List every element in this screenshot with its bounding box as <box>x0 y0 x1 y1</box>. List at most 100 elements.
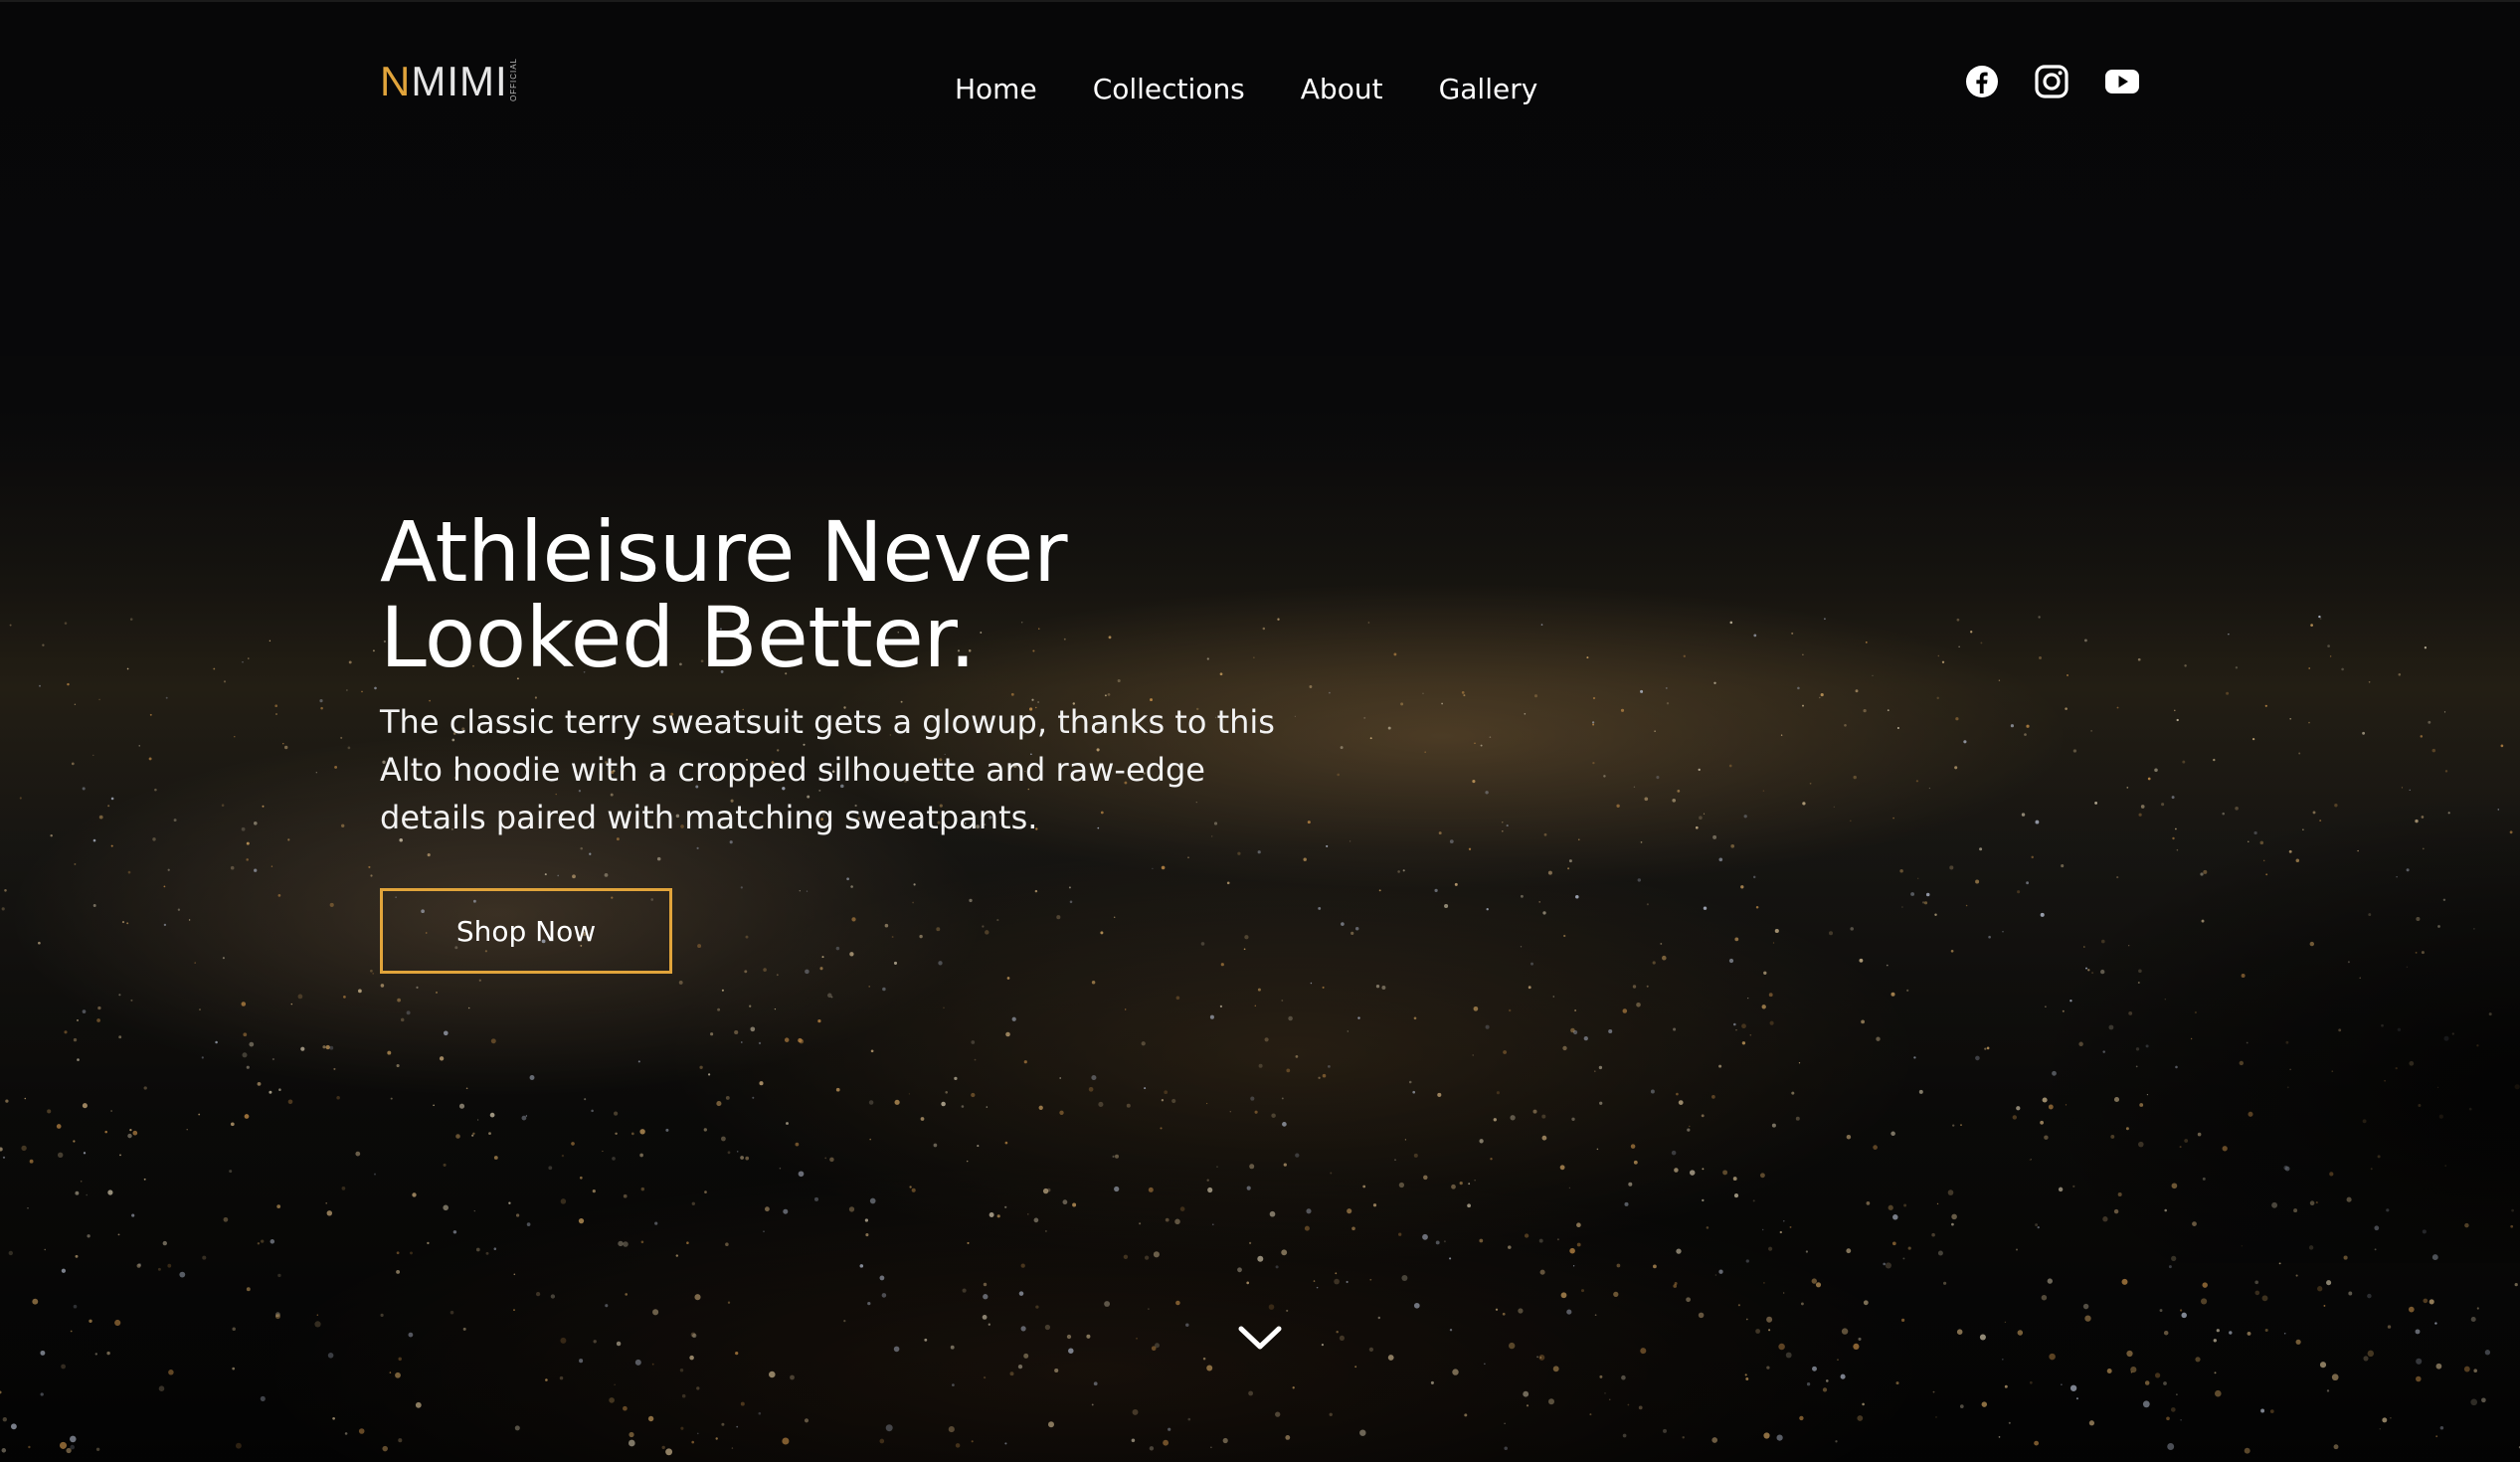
city-light <box>2409 789 2411 792</box>
city-light <box>2439 1426 2444 1430</box>
city-light <box>1907 1246 1911 1250</box>
city-light <box>2374 1248 2377 1251</box>
city-light <box>1682 1436 1685 1439</box>
city-light <box>1069 900 1073 904</box>
city-light <box>277 1273 281 1278</box>
city-light <box>1144 1255 1150 1260</box>
city-light <box>592 1189 596 1193</box>
city-light <box>1876 1036 1881 1041</box>
city-light <box>92 838 96 842</box>
city-light <box>107 1189 113 1195</box>
city-light <box>1853 1343 1860 1350</box>
city-light <box>868 986 871 988</box>
city-light <box>1377 1316 1381 1320</box>
city-light <box>647 1415 654 1422</box>
city-light <box>1123 1254 1129 1260</box>
city-light <box>94 1353 97 1356</box>
nav-home[interactable]: Home <box>955 70 1037 109</box>
city-light <box>2421 951 2425 955</box>
city-light <box>2164 1208 2167 1212</box>
city-light <box>1174 1218 1180 1225</box>
city-light <box>236 1442 242 1449</box>
city-light <box>2078 1041 2083 1047</box>
city-light <box>2030 1159 2033 1161</box>
city-light <box>1857 1415 1864 1421</box>
city-light <box>1056 915 1061 920</box>
city-light <box>612 1157 616 1161</box>
city-light <box>2331 1070 2334 1073</box>
city-light <box>2215 1389 2222 1397</box>
nav-collections[interactable]: Collections <box>1093 70 1245 109</box>
city-light <box>1594 1070 1596 1072</box>
city-light <box>387 1050 392 1055</box>
city-light <box>333 1067 336 1070</box>
city-light <box>257 1082 262 1086</box>
city-light <box>163 923 167 927</box>
city-light <box>1237 851 1241 855</box>
city-light <box>1761 1005 1766 1009</box>
city-light <box>2470 1316 2476 1323</box>
city-light <box>2286 1086 2289 1089</box>
city-light <box>2327 644 2330 647</box>
city-light <box>2326 1280 2332 1286</box>
city-light <box>1454 882 1458 886</box>
city-light <box>2029 1380 2033 1384</box>
city-light <box>985 930 990 935</box>
city-light <box>1951 1222 1954 1226</box>
city-light <box>1766 1316 1773 1323</box>
city-light <box>1885 1262 1891 1269</box>
city-light <box>2423 1298 2429 1304</box>
city-light <box>476 1119 479 1121</box>
city-light <box>1412 1090 1416 1094</box>
city-light <box>70 1330 73 1333</box>
youtube-icon[interactable] <box>2103 64 2141 99</box>
city-light <box>416 986 419 990</box>
city-light <box>727 1151 731 1155</box>
city-light <box>2370 1168 2373 1171</box>
city-light <box>1640 841 1643 843</box>
city-light <box>1892 1214 1898 1220</box>
city-light <box>188 919 191 921</box>
city-light <box>1837 1359 1839 1361</box>
city-light <box>1023 1353 1029 1359</box>
city-light <box>1552 1366 1559 1372</box>
nav-gallery[interactable]: Gallery <box>1439 70 1538 109</box>
chevron-down-icon[interactable] <box>1237 1323 1283 1353</box>
brand-logo[interactable]: N MIMI OFFICIAL <box>380 58 518 102</box>
city-light <box>1286 1309 1289 1312</box>
city-light <box>2091 972 2094 975</box>
city-light <box>1883 1262 1886 1266</box>
city-light <box>764 1206 770 1212</box>
city-light <box>70 1444 75 1450</box>
city-light <box>315 772 317 774</box>
city-light <box>372 649 375 652</box>
city-light <box>1304 1225 1310 1231</box>
instagram-icon[interactable] <box>2034 64 2070 99</box>
city-light <box>639 1153 643 1158</box>
city-light <box>1139 1222 1142 1225</box>
city-light <box>2435 1363 2442 1370</box>
city-light <box>1185 1323 1189 1327</box>
city-light <box>1592 761 1595 765</box>
city-light <box>2285 1040 2289 1044</box>
city-light <box>2161 803 2165 807</box>
city-light <box>2260 1408 2265 1413</box>
city-light <box>2428 720 2431 724</box>
city-light <box>1935 1416 1937 1418</box>
city-light <box>254 868 258 872</box>
city-light <box>2052 1070 2057 1076</box>
city-light <box>1397 870 1400 873</box>
city-light <box>2317 1286 2323 1292</box>
city-light <box>121 921 125 924</box>
city-light <box>1048 1421 1054 1428</box>
facebook-icon[interactable] <box>1964 64 2000 99</box>
nav-about[interactable]: About <box>1301 70 1383 109</box>
city-light <box>1886 964 1889 967</box>
city-light <box>654 1221 658 1225</box>
city-light <box>744 970 748 974</box>
city-light <box>2102 1050 2105 1053</box>
shop-now-button[interactable]: Shop Now <box>380 888 672 974</box>
city-light <box>1306 1208 1312 1214</box>
city-light <box>1853 775 1857 780</box>
city-light <box>548 1166 553 1171</box>
